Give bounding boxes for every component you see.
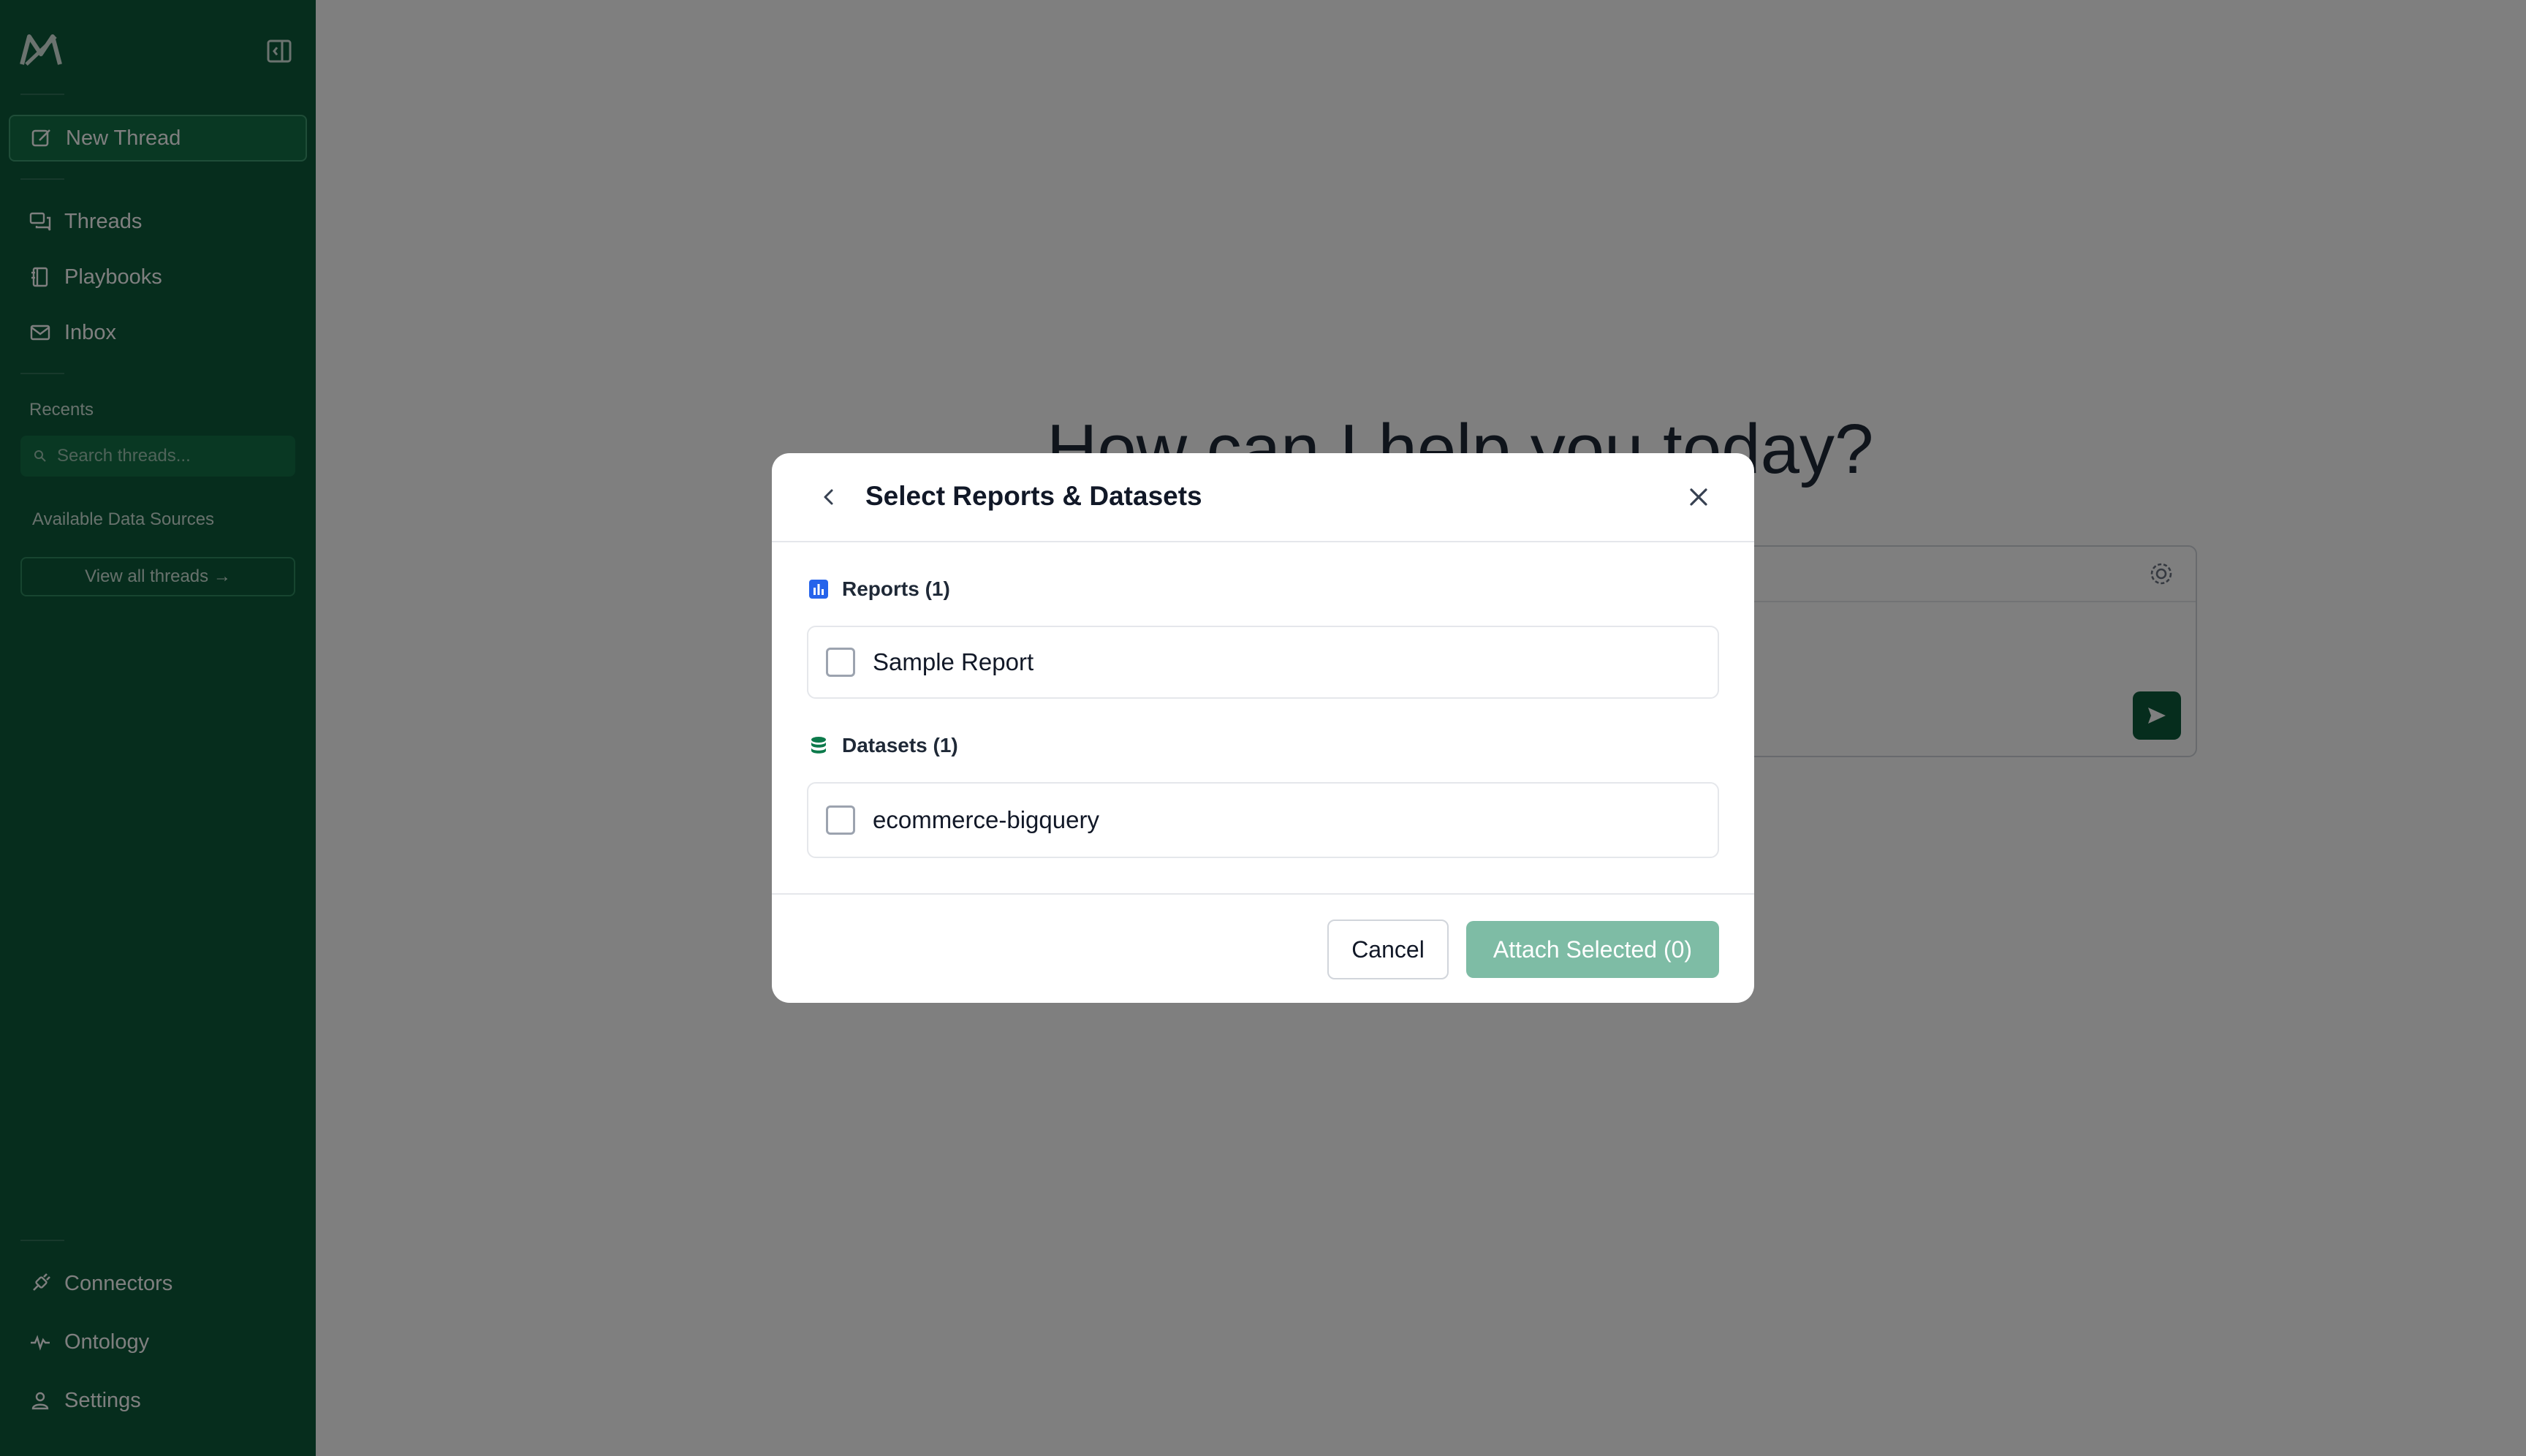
dialog-footer: Cancel Attach Selected (0) (772, 893, 1754, 1003)
dataset-name: ecommerce-bigquery (873, 806, 1099, 833)
dialog-title: Select Reports & Datasets (865, 481, 1202, 511)
report-option[interactable]: Sample Report (807, 626, 1719, 699)
dataset-option[interactable]: ecommerce-bigquery (807, 782, 1719, 858)
report-name: Sample Report (873, 648, 1034, 675)
reports-section-heading: Reports (1) (808, 577, 950, 601)
dialog-header: Select Reports & Datasets (772, 453, 1754, 542)
chevron-left-icon[interactable] (816, 484, 842, 510)
datasets-label: Datasets (1) (842, 734, 958, 757)
attach-selected-button[interactable]: Attach Selected (0) (1466, 921, 1719, 978)
close-icon[interactable] (1684, 482, 1713, 512)
reports-label: Reports (1) (842, 577, 950, 600)
datasets-section-heading: Datasets (1) (808, 734, 958, 757)
dataset-checkbox[interactable] (826, 805, 855, 835)
database-icon (811, 737, 826, 754)
report-checkbox[interactable] (826, 648, 855, 677)
cancel-button[interactable]: Cancel (1327, 920, 1449, 979)
bar-chart-icon (809, 580, 828, 599)
select-reports-datasets-dialog: Select Reports & Datasets Reports (1) Sa… (772, 453, 1754, 1003)
